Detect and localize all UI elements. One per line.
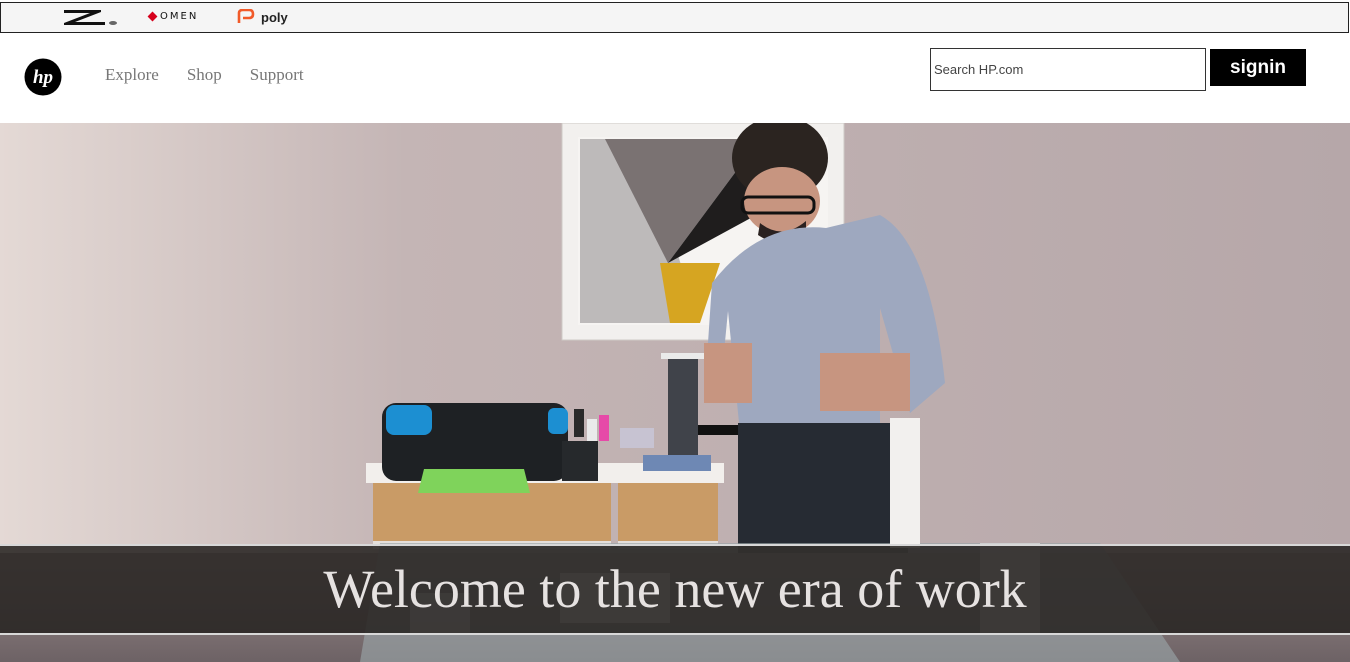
main-header: hp Explore Shop Support signin [0,33,1350,123]
search-input[interactable] [930,48,1206,91]
primary-nav: Explore Shop Support [105,65,304,85]
omen-brand-label: OMEN [160,11,199,22]
poly-brand-logo[interactable]: poly [237,9,288,25]
svg-text:hp: hp [33,67,53,88]
sub-brand-bar: OMEN poly [0,2,1349,33]
hp-logo[interactable]: hp [24,58,62,96]
poly-logo-icon [237,9,255,23]
nav-shop[interactable]: Shop [187,65,222,85]
nav-support[interactable]: Support [250,65,304,85]
z-brand-logo[interactable] [61,7,121,27]
omen-diamond-icon [147,11,158,22]
z-logo-icon [64,10,117,25]
hero-caption-bar: Welcome to the new era of work [0,544,1350,635]
hero-headline: Welcome to the new era of work [323,559,1027,619]
omen-brand-logo[interactable]: OMEN [147,11,199,22]
signin-button[interactable]: signin [1210,49,1306,86]
nav-explore[interactable]: Explore [105,65,159,85]
hero-banner: Welcome to the new era of work [0,123,1350,662]
poly-brand-label: poly [261,9,288,25]
hp-logo-icon: hp [24,58,62,96]
